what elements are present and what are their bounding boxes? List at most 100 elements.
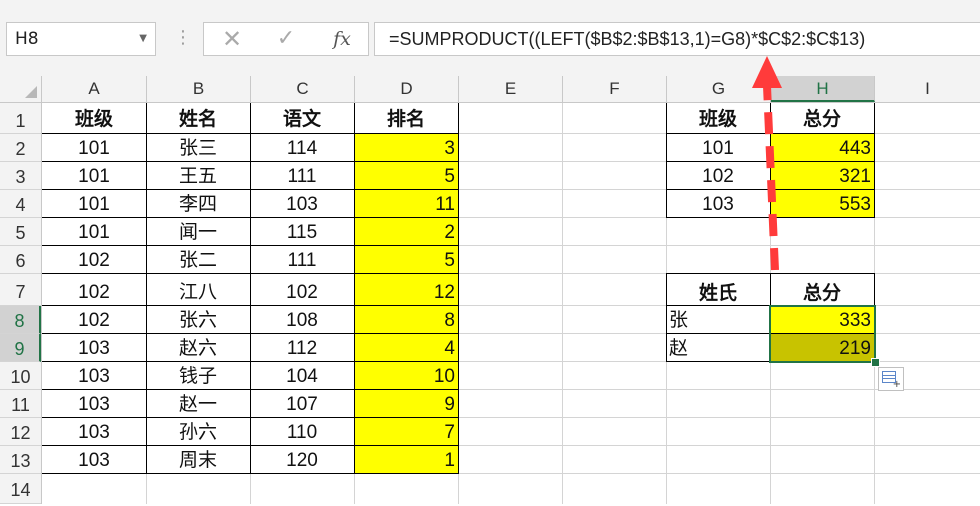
cell-b11[interactable]: 赵一 [146, 390, 250, 418]
cell-d1[interactable]: 排名 [354, 103, 458, 134]
formula-input[interactable]: =SUMPRODUCT((LEFT($B$2:$B$13,1)=G8)*$C$2… [374, 22, 980, 56]
cell-a11[interactable]: 103 [42, 390, 146, 418]
cell-c6[interactable]: 111 [250, 246, 354, 274]
cell-h3[interactable]: 321 [770, 162, 874, 190]
cell-a4[interactable]: 101 [42, 190, 146, 218]
cell-b4[interactable]: 李四 [146, 190, 250, 218]
cell-c8[interactable]: 108 [250, 306, 354, 334]
cell-h8[interactable]: 333 [770, 306, 874, 334]
cell-d8[interactable]: 8 [354, 306, 458, 334]
cell-d5[interactable]: 2 [354, 218, 458, 246]
cell-b12[interactable]: 孙六 [146, 418, 250, 446]
cell-c7[interactable]: 102 [250, 274, 354, 306]
cell-g9[interactable]: 赵 [666, 334, 770, 362]
cell-b7[interactable]: 江八 [146, 274, 250, 306]
cell-a13[interactable]: 103 [42, 446, 146, 474]
cell-b5[interactable]: 闻一 [146, 218, 250, 246]
insert-function-icon[interactable]: fx [322, 23, 362, 55]
row-header-1[interactable]: 1 [0, 103, 41, 134]
cell-d3[interactable]: 5 [354, 162, 458, 190]
cell-h9[interactable]: 219 [770, 334, 874, 362]
cell-c10[interactable]: 104 [250, 362, 354, 390]
cell-h1[interactable]: 总分 [770, 103, 874, 134]
cell-c13[interactable]: 120 [250, 446, 354, 474]
column-header-h[interactable]: H [771, 76, 875, 102]
cell-g3[interactable]: 102 [666, 162, 770, 190]
row-header-12[interactable]: 12 [0, 418, 41, 446]
cell-a10[interactable]: 103 [42, 362, 146, 390]
cell-a5[interactable]: 101 [42, 218, 146, 246]
cell-a3[interactable]: 101 [42, 162, 146, 190]
cell-b13[interactable]: 周末 [146, 446, 250, 474]
cell-b9[interactable]: 赵六 [146, 334, 250, 362]
name-box[interactable]: H8 ▼ [6, 22, 156, 56]
column-header-f[interactable]: F [563, 76, 667, 102]
column-header-i[interactable]: I [875, 76, 980, 102]
cell-g7[interactable]: 姓氏 [666, 274, 770, 306]
cell-c2[interactable]: 114 [250, 134, 354, 162]
row-header-11[interactable]: 11 [0, 390, 41, 418]
cell-d10[interactable]: 10 [354, 362, 458, 390]
quick-analysis-button[interactable]: + [878, 367, 904, 391]
column-header-a[interactable]: A [42, 76, 147, 102]
row-header-13[interactable]: 13 [0, 446, 41, 474]
drag-handle-icon[interactable]: ⋮ [174, 22, 192, 56]
column-header-d[interactable]: D [355, 76, 459, 102]
cell-b1[interactable]: 姓名 [146, 103, 250, 134]
cell-g2[interactable]: 101 [666, 134, 770, 162]
cell-b8[interactable]: 张六 [146, 306, 250, 334]
cell-a6[interactable]: 102 [42, 246, 146, 274]
cell-d11[interactable]: 9 [354, 390, 458, 418]
cell-b6[interactable]: 张二 [146, 246, 250, 274]
cell-h4[interactable]: 553 [770, 190, 874, 218]
column-header-c[interactable]: C [251, 76, 355, 102]
column-header-b[interactable]: B [147, 76, 251, 102]
cell-d4[interactable]: 11 [354, 190, 458, 218]
cell-b3[interactable]: 王五 [146, 162, 250, 190]
cell-h7[interactable]: 总分 [770, 274, 874, 306]
cell-a2[interactable]: 101 [42, 134, 146, 162]
row-header-7[interactable]: 7 [0, 274, 41, 306]
row-header-14[interactable]: 14 [0, 474, 41, 504]
row-header-8[interactable]: 8 [0, 306, 41, 334]
cell-d2[interactable]: 3 [354, 134, 458, 162]
row-header-4[interactable]: 4 [0, 190, 41, 218]
cell-d9[interactable]: 4 [354, 334, 458, 362]
fill-handle[interactable] [871, 358, 880, 367]
row-header-2[interactable]: 2 [0, 134, 41, 162]
select-all-button[interactable] [0, 76, 42, 102]
cell-d7[interactable]: 12 [354, 274, 458, 306]
row-header-6[interactable]: 6 [0, 246, 41, 274]
cell-a8[interactable]: 102 [42, 306, 146, 334]
cell-c5[interactable]: 115 [250, 218, 354, 246]
enter-icon[interactable]: ✓ [266, 23, 306, 55]
cell-c1[interactable]: 语文 [250, 103, 354, 134]
cell-b10[interactable]: 钱子 [146, 362, 250, 390]
row-header-3[interactable]: 3 [0, 162, 41, 190]
cell-d13[interactable]: 1 [354, 446, 458, 474]
cell-a1[interactable]: 班级 [42, 103, 146, 134]
cell-g4[interactable]: 103 [666, 190, 770, 218]
column-header-e[interactable]: E [459, 76, 563, 102]
chevron-down-icon[interactable]: ▼ [139, 23, 147, 55]
cell-d6[interactable]: 5 [354, 246, 458, 274]
cell-d12[interactable]: 7 [354, 418, 458, 446]
worksheet-grid[interactable]: 班级 姓名 语文 排名 101 张三 114 3 101 王五 111 5 10… [42, 103, 980, 504]
cell-a7[interactable]: 102 [42, 274, 146, 306]
cell-c4[interactable]: 103 [250, 190, 354, 218]
cell-a12[interactable]: 103 [42, 418, 146, 446]
cell-c3[interactable]: 111 [250, 162, 354, 190]
cell-c11[interactable]: 107 [250, 390, 354, 418]
cell-g1[interactable]: 班级 [666, 103, 770, 134]
row-header-10[interactable]: 10 [0, 362, 41, 390]
cell-h2[interactable]: 443 [770, 134, 874, 162]
cell-g8[interactable]: 张 [666, 306, 770, 334]
cell-a9[interactable]: 103 [42, 334, 146, 362]
row-header-9[interactable]: 9 [0, 334, 41, 362]
cell-c9[interactable]: 112 [250, 334, 354, 362]
cell-b2[interactable]: 张三 [146, 134, 250, 162]
cell-c12[interactable]: 110 [250, 418, 354, 446]
column-header-g[interactable]: G [667, 76, 771, 102]
cancel-icon[interactable]: ✕ [212, 23, 252, 55]
row-header-5[interactable]: 5 [0, 218, 41, 246]
